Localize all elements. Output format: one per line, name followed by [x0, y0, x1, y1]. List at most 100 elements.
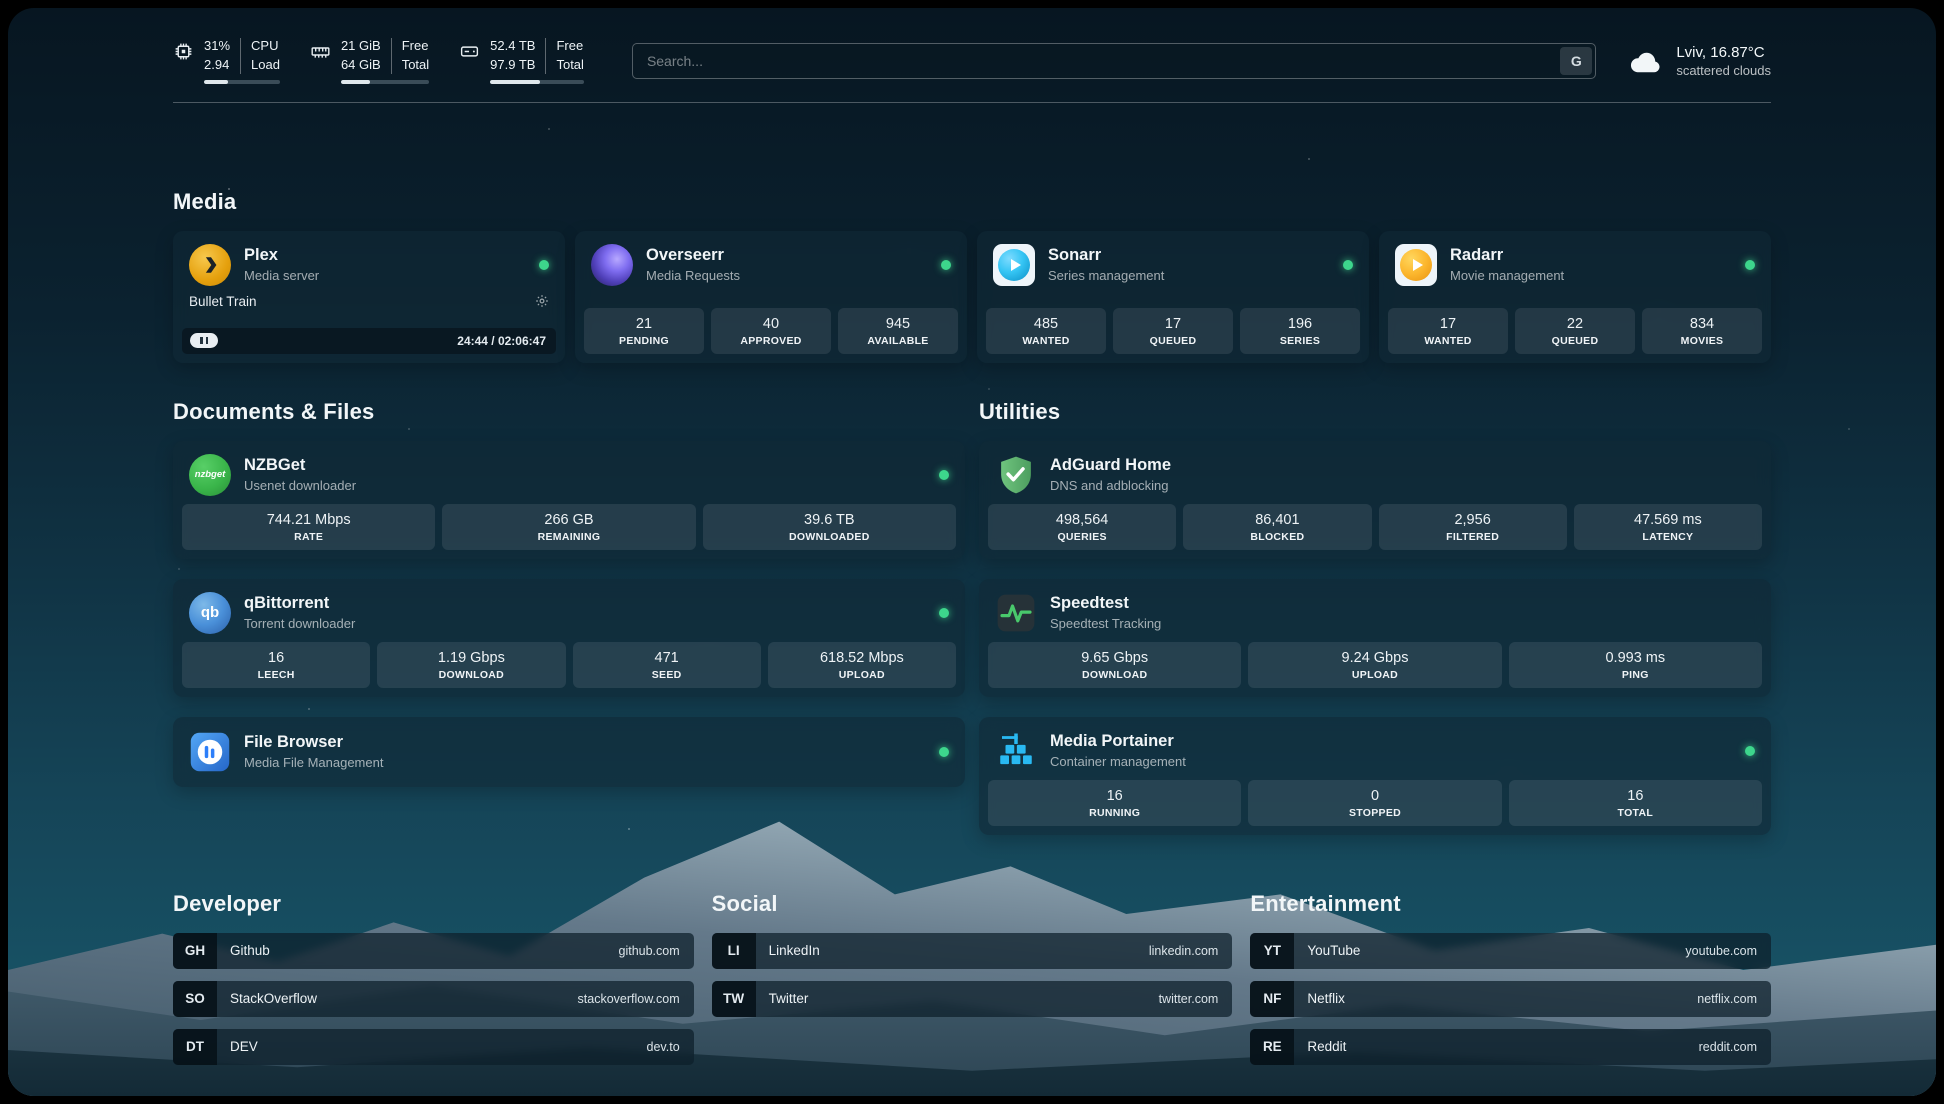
status-indicator	[539, 260, 549, 270]
section-title-utilities: Utilities	[979, 399, 1771, 425]
weather-widget: Lviv, 16.87°C scattered clouds	[1626, 44, 1771, 78]
bookmark-group-developer: Developer GH Github github.com SO StackO…	[173, 891, 694, 1077]
section-title-documents: Documents & Files	[173, 399, 965, 425]
app-subtitle: Movie management	[1450, 268, 1564, 283]
stat-filtered: 2,956 FILTERED	[1379, 504, 1567, 550]
playback-time: 24:44 / 02:06:47	[457, 334, 550, 348]
status-indicator	[939, 470, 949, 480]
stat-queries: 498,564 QUERIES	[988, 504, 1176, 550]
stat-running: 16 RUNNING	[988, 780, 1241, 826]
app-name: Radarr	[1450, 246, 1564, 265]
app-subtitle: Usenet downloader	[244, 478, 356, 493]
pause-icon[interactable]	[190, 333, 218, 348]
app-name: Media Portainer	[1050, 732, 1186, 751]
radarr-icon	[1395, 244, 1437, 286]
media-grid: Plex Media server Bullet Train	[173, 231, 1771, 363]
link-dev[interactable]: DT DEV dev.to	[173, 1029, 694, 1065]
app-card-sonarr[interactable]: Sonarr Series management 485 WANTED 17 Q…	[977, 231, 1369, 363]
link-stackoverflow[interactable]: SO StackOverflow stackoverflow.com	[173, 981, 694, 1017]
cpu-usage-value: 31%	[204, 38, 230, 54]
speedtest-icon	[995, 592, 1037, 634]
app-name: Speedtest	[1050, 594, 1161, 613]
stat-movies: 834 MOVIES	[1642, 308, 1762, 354]
memory-total-label: Total	[402, 57, 429, 73]
disk-progress-bar	[490, 80, 584, 84]
cpu-icon	[173, 41, 194, 84]
qbittorrent-icon: qb	[189, 592, 231, 634]
status-indicator	[1745, 746, 1755, 756]
memory-total-value: 64 GiB	[341, 57, 381, 73]
search-bar: G	[632, 43, 1596, 79]
app-card-nzbget[interactable]: nzbget NZBGet Usenet downloader 744.21 M…	[173, 441, 965, 559]
app-card-plex[interactable]: Plex Media server Bullet Train	[173, 231, 565, 363]
app-subtitle: Torrent downloader	[244, 616, 355, 631]
link-netflix[interactable]: NF Netflix netflix.com	[1250, 981, 1771, 1017]
linkedin-badge: LI	[712, 933, 756, 969]
memory-monitor: 21 GiB 64 GiB Free Total	[310, 38, 429, 84]
cpu-load-value: 2.94	[204, 57, 230, 73]
settings-gear-icon[interactable]	[535, 294, 549, 308]
stat-downloaded: 39.6 TB DOWNLOADED	[703, 504, 956, 550]
link-github[interactable]: GH Github github.com	[173, 933, 694, 969]
status-indicator	[939, 747, 949, 757]
github-badge: GH	[173, 933, 217, 969]
divider	[240, 38, 241, 74]
stat-wanted: 17 WANTED	[1388, 308, 1508, 354]
reddit-badge: RE	[1250, 1029, 1294, 1065]
disk-icon	[459, 41, 480, 84]
app-subtitle: Media File Management	[244, 755, 383, 770]
now-playing-title: Bullet Train	[189, 294, 257, 309]
stat-upload: 9.24 Gbps UPLOAD	[1248, 642, 1501, 688]
app-card-overseerr[interactable]: Overseerr Media Requests 21 PENDING 40 A…	[575, 231, 967, 363]
stat-series: 196 SERIES	[1240, 308, 1360, 354]
bookmarks-section: Developer GH Github github.com SO StackO…	[173, 891, 1771, 1077]
dashboard-content: 31% 2.94 CPU Load	[8, 8, 1936, 1096]
link-linkedin[interactable]: LI LinkedIn linkedin.com	[712, 933, 1233, 969]
stat-leech: 16 LEECH	[182, 642, 370, 688]
middle-columns: Documents & Files nzbget NZBGet Usenet d…	[173, 399, 1771, 835]
adguard-icon	[995, 454, 1037, 496]
cpu-usage-label: CPU	[251, 38, 280, 54]
divider	[545, 38, 546, 74]
plex-icon	[189, 244, 231, 286]
search-input[interactable]	[632, 43, 1596, 79]
disk-free-label: Free	[556, 38, 583, 54]
status-indicator	[1745, 260, 1755, 270]
stat-seed: 471 SEED	[573, 642, 761, 688]
stat-remaining: 266 GB REMAINING	[442, 504, 695, 550]
stackoverflow-badge: SO	[173, 981, 217, 1017]
twitter-badge: TW	[712, 981, 756, 1017]
stat-wanted: 485 WANTED	[986, 308, 1106, 354]
stat-upload: 618.52 Mbps UPLOAD	[768, 642, 956, 688]
memory-icon	[310, 41, 331, 84]
link-youtube[interactable]: YT YouTube youtube.com	[1250, 933, 1771, 969]
stat-pending: 21 PENDING	[584, 308, 704, 354]
app-card-portainer[interactable]: Media Portainer Container management 16 …	[979, 717, 1771, 835]
cpu-load-label: Load	[251, 57, 280, 73]
weather-location: Lviv, 16.87°C	[1676, 44, 1771, 61]
disk-free-value: 52.4 TB	[490, 38, 535, 54]
app-subtitle: Speedtest Tracking	[1050, 616, 1161, 631]
status-indicator	[1343, 260, 1353, 270]
status-indicator	[939, 608, 949, 618]
app-card-radarr[interactable]: Radarr Movie management 17 WANTED 22 QUE…	[1379, 231, 1771, 363]
app-card-qbittorrent[interactable]: qb qBittorrent Torrent downloader 16 LEE…	[173, 579, 965, 697]
stat-rate: 744.21 Mbps RATE	[182, 504, 435, 550]
app-name: NZBGet	[244, 456, 356, 475]
app-name: Plex	[244, 246, 319, 265]
app-card-filebrowser[interactable]: File Browser Media File Management	[173, 717, 965, 787]
app-name: AdGuard Home	[1050, 456, 1171, 475]
stat-stopped: 0 STOPPED	[1248, 780, 1501, 826]
app-card-adguard[interactable]: AdGuard Home DNS and adblocking 498,564 …	[979, 441, 1771, 559]
link-reddit[interactable]: RE Reddit reddit.com	[1250, 1029, 1771, 1065]
plex-player-bar[interactable]: 24:44 / 02:06:47	[182, 328, 556, 354]
app-card-speedtest[interactable]: Speedtest Speedtest Tracking 9.65 Gbps D…	[979, 579, 1771, 697]
cpu-monitor: 31% 2.94 CPU Load	[173, 38, 280, 84]
stat-queued: 17 QUEUED	[1113, 308, 1233, 354]
cpu-progress-bar	[204, 80, 280, 84]
header-divider	[173, 102, 1771, 103]
sonarr-icon	[993, 244, 1035, 286]
search-engine-button[interactable]: G	[1560, 47, 1592, 75]
divider	[391, 38, 392, 74]
link-twitter[interactable]: TW Twitter twitter.com	[712, 981, 1233, 1017]
